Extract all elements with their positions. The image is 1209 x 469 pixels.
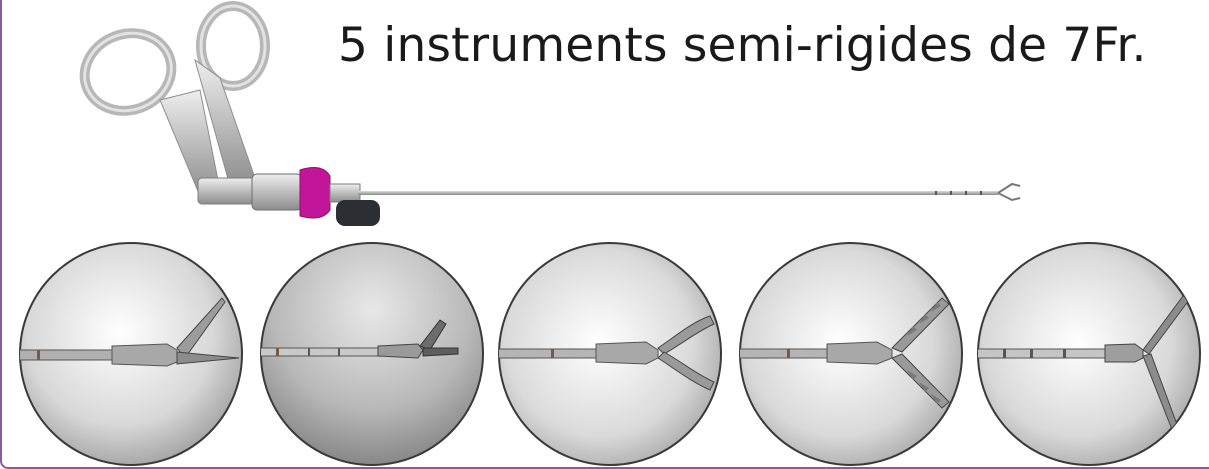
- scissors-straight-tip-icon: [19, 242, 243, 466]
- toothed-forceps-tip-icon: [739, 242, 963, 466]
- grasper-open-jaws-icon: [977, 242, 1201, 466]
- instrument-shaft-icon: [358, 191, 998, 195]
- grasper-curved-jaws-icon: [498, 242, 722, 466]
- port-housing-icon: [251, 173, 303, 211]
- dark-cap-icon: [336, 200, 380, 226]
- handle-body-icon: [197, 177, 259, 205]
- instrument-tip-icon: [997, 182, 1021, 202]
- scissors-hook-tip-icon: [260, 242, 484, 466]
- semi-rigid-instrument-image: [79, 1, 1021, 226]
- connector-icon: [329, 183, 361, 203]
- magenta-port-icon: [299, 167, 331, 219]
